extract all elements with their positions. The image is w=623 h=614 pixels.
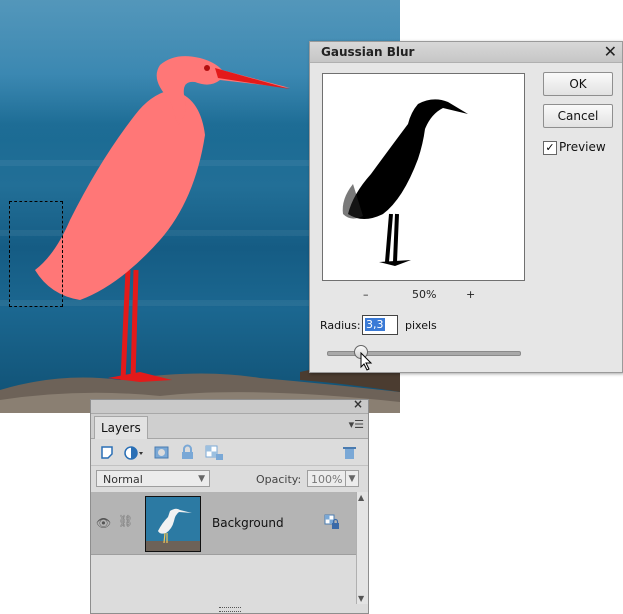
panel-topbar[interactable]: × [91,397,368,414]
lock-all-icon[interactable] [179,444,196,461]
panel-tab-row: Layers ▾☰ [91,414,368,439]
trash-icon[interactable] [341,444,358,461]
layer-thumbnail [145,496,201,552]
cancel-button[interactable]: Cancel [543,104,613,128]
layer-list-scrollbar[interactable]: ▲ ▼ [356,492,368,604]
layer-name[interactable]: Background [212,516,284,530]
layer-mask-icon[interactable] [153,444,170,461]
zoom-level: 50% [412,288,437,301]
layers-toolbar [91,439,368,466]
layer-row-background[interactable]: 👁 ⛓ Background [91,492,356,555]
close-icon[interactable]: × [353,397,363,411]
pixels-label: pixels [405,319,437,332]
zoom-in-button[interactable]: + [466,288,475,301]
pointer-cursor-icon [360,352,373,371]
blend-mode-value: Normal [103,473,143,486]
chevron-down-icon: ▼ [198,474,205,484]
adjustment-layer-icon[interactable] [123,444,145,461]
egret-legs [120,269,139,381]
preview-label[interactable]: Preview [559,140,606,154]
radius-label: Radius: [320,319,361,332]
tab-layers[interactable]: Layers [94,416,148,439]
link-icon[interactable]: ⛓ [118,514,133,528]
chevron-down-icon[interactable]: ▼ [358,594,364,603]
egret-head-neck [156,56,290,125]
blend-row: Normal ▼ Opacity: 100% ▼ [91,466,368,493]
panel-menu-icon[interactable]: ▾☰ [349,418,364,431]
blend-mode-select[interactable]: Normal ▼ [96,470,210,487]
dialog-titlebar[interactable]: Gaussian Blur ✕ [310,42,622,63]
ok-button[interactable]: OK [543,72,613,96]
heron-silhouette-preview [342,99,468,266]
close-icon[interactable]: ✕ [604,42,617,61]
resize-grip[interactable] [219,607,241,612]
selection-marquee[interactable] [9,201,63,307]
opacity-value: 100% [311,473,343,486]
layer-list: 👁 ⛓ Background [91,492,356,612]
chevron-down-icon[interactable]: ▼ [345,471,358,486]
opacity-input[interactable]: 100% ▼ [307,470,359,487]
opacity-label: Opacity: [256,473,302,486]
chevron-up-icon[interactable]: ▲ [358,493,364,502]
egret-eye [204,65,210,71]
radius-value: 3,3 [365,318,385,331]
filter-preview[interactable] [322,73,525,281]
lock-transparency-icon[interactable] [205,444,225,461]
layers-panel: × Layers ▾☰ Normal ▼ Opacity: 100% ▼ 👁 ⛓… [90,397,369,614]
radius-input[interactable]: 3,3 [362,315,398,335]
gaussian-blur-dialog: Gaussian Blur ✕ – 50% + OK Cancel ✓ Prev… [309,41,623,373]
eye-icon[interactable]: 👁 [96,516,111,530]
zoom-out-button[interactable]: – [363,288,369,301]
lock-icon[interactable] [324,514,340,530]
new-layer-icon[interactable] [99,444,116,461]
dialog-title: Gaussian Blur [321,45,415,59]
preview-checkbox[interactable]: ✓ [543,141,557,155]
